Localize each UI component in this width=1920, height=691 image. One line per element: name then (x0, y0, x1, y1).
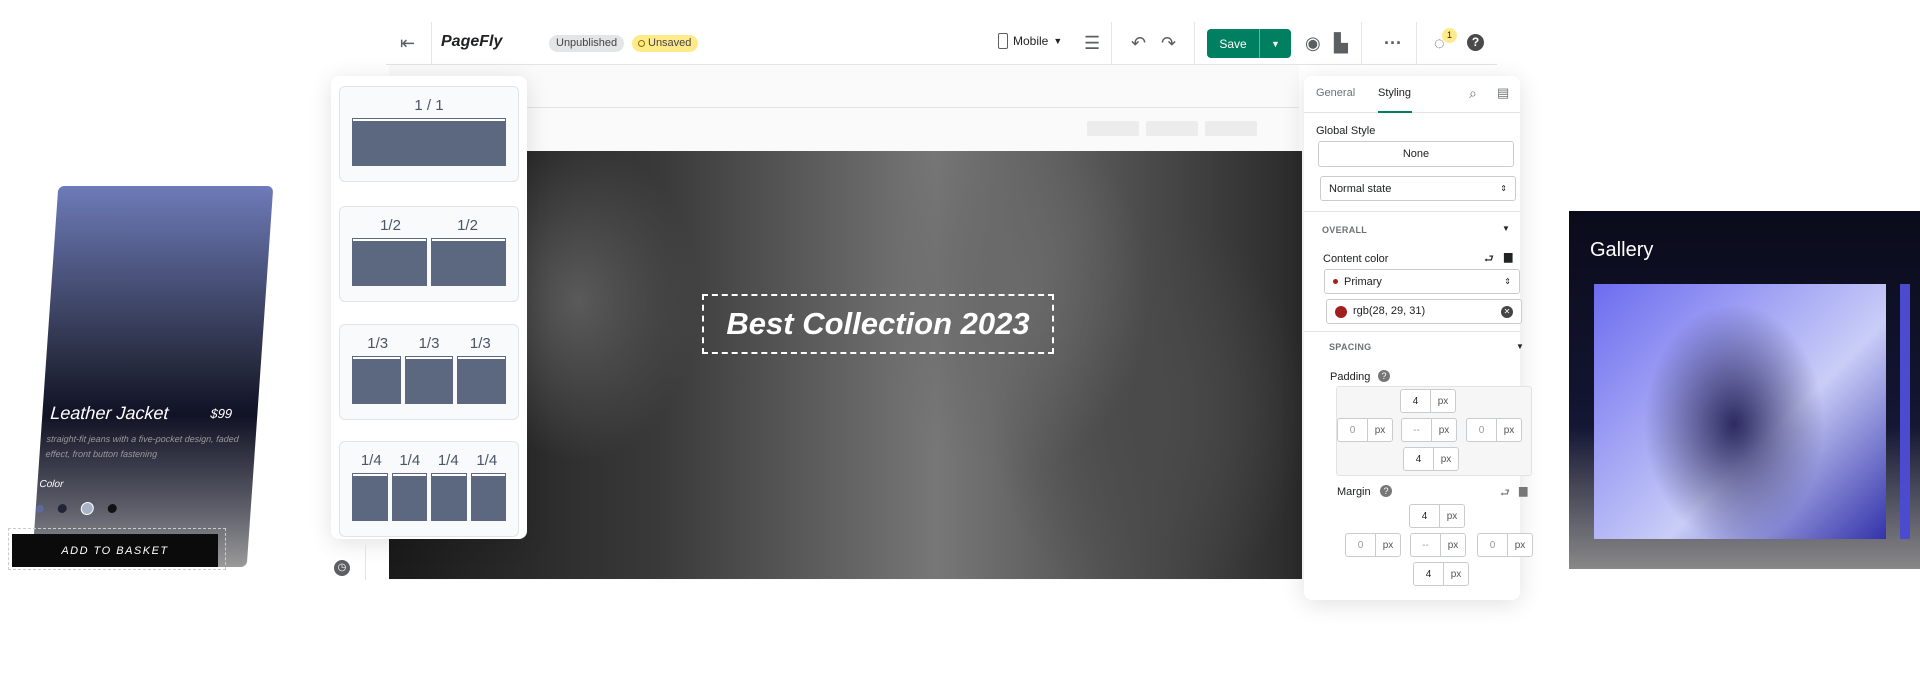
layout-option-2-col[interactable]: 1/2 1/2 (339, 206, 519, 302)
global-style-button[interactable]: None (1318, 141, 1514, 167)
margin-all-input[interactable]: -- px (1410, 533, 1466, 557)
more-options-icon[interactable]: ··· (1384, 32, 1402, 54)
caret-down-icon[interactable]: ▼ (1502, 224, 1510, 233)
document-icon[interactable]: ▤ (1497, 85, 1509, 101)
desktop-icon[interactable]: ▆ (1519, 484, 1527, 497)
product-price: $99 (209, 406, 233, 421)
placeholder-block (1146, 121, 1198, 136)
history-clock-icon[interactable]: ◷ (334, 560, 350, 576)
product-name: Leather Jacket (49, 403, 170, 423)
help-icon[interactable]: ? (1467, 34, 1484, 51)
placeholder-block (1205, 121, 1257, 136)
hero-title[interactable]: Best Collection 2023 (702, 294, 1054, 354)
color-swatch (1335, 305, 1347, 318)
color-token-select[interactable]: Primary ⇕ (1324, 269, 1520, 294)
layout-option-3-col[interactable]: 1/3 1/3 1/3 (339, 324, 519, 420)
mobile-icon (998, 33, 1008, 49)
save-options-dropdown[interactable]: ▼ (1260, 29, 1291, 58)
padding-bottom-input[interactable]: 4 px (1403, 447, 1459, 471)
preview-eye-icon[interactable]: ◉ (1305, 32, 1321, 54)
color-value-input[interactable]: rgb(28, 29, 31) ✕ (1326, 299, 1522, 324)
section-overall[interactable]: OVERALL (1322, 225, 1367, 235)
global-style-label: Global Style (1316, 125, 1376, 137)
top-toolbar: ⇤ PageFly Unpublished Unsaved Mobile ▼ ☰ … (386, 22, 1497, 65)
layout-option-1-col[interactable]: 1 / 1 (339, 86, 519, 182)
product-card: Leather Jacket $99 straight-fit jeans wi… (31, 186, 274, 567)
placeholder-block (1087, 121, 1139, 136)
layout-option-4-col[interactable]: 1/4 1/4 1/4 1/4 (339, 441, 519, 537)
desktop-icon[interactable]: ▆ (1504, 250, 1512, 263)
margin-top-input[interactable]: 4 px (1409, 504, 1465, 528)
gallery-image[interactable] (1594, 284, 1886, 539)
gallery-card: Gallery (1569, 211, 1920, 569)
settings-sliders-icon[interactable]: ☰ (1084, 32, 1100, 54)
notification-badge: 1 (1442, 28, 1457, 43)
tab-styling[interactable]: Styling (1378, 87, 1411, 99)
redo-icon[interactable]: ↷ (1161, 32, 1176, 54)
padding-left-input[interactable]: 0 px (1337, 418, 1393, 442)
save-button-group: Save ▼ (1207, 29, 1291, 58)
color-label: Color (39, 479, 64, 490)
content-color-label: Content color (1323, 253, 1389, 265)
layout-picker-panel: 1 / 1 1/2 1/2 1/3 1/3 1/3 1/4 1/4 1/4 1/4 (331, 76, 527, 539)
clear-icon: ✕ (1501, 305, 1513, 318)
margin-left-input[interactable]: 0 px (1345, 533, 1401, 557)
caret-down-icon[interactable]: ▼ (1516, 342, 1524, 351)
published-status-badge: Unpublished (549, 35, 625, 52)
add-to-basket-button[interactable]: ADD TO BASKET (12, 534, 218, 567)
padding-label: Padding (1330, 371, 1371, 383)
reset-icon[interactable]: ⮐ (1500, 484, 1510, 503)
saved-status-badge: Unsaved (632, 35, 699, 52)
exit-icon[interactable]: ⇤ (400, 32, 415, 54)
publish-icon[interactable]: ▙ (1334, 32, 1348, 54)
padding-all-input[interactable]: -- px (1401, 418, 1457, 442)
color-swatch[interactable] (107, 504, 118, 513)
help-icon[interactable]: ? (1378, 370, 1390, 382)
help-icon[interactable]: ? (1380, 485, 1392, 497)
margin-bottom-input[interactable]: 4 px (1413, 562, 1469, 586)
save-button[interactable]: Save (1207, 29, 1260, 58)
margin-label: Margin (1337, 486, 1371, 498)
margin-right-input[interactable]: 0 px (1477, 533, 1533, 557)
color-swatch[interactable] (35, 504, 45, 513)
product-description: straight-fit jeans with a five-pocket de… (45, 434, 240, 459)
padding-top-input[interactable]: 4 px (1400, 389, 1456, 413)
brand-logo: PageFly (441, 33, 503, 50)
padding-right-input[interactable]: 0 px (1466, 418, 1522, 442)
color-swatch[interactable] (57, 504, 68, 513)
tab-general[interactable]: General (1316, 87, 1355, 99)
color-swatch-selected[interactable] (80, 502, 95, 515)
state-select[interactable]: Normal state ⇕ (1320, 176, 1516, 201)
undo-icon[interactable]: ↶ (1131, 32, 1146, 54)
caret-down-icon: ▼ (1053, 36, 1063, 46)
device-selector[interactable]: Mobile ▼ (998, 33, 1062, 49)
gallery-title: Gallery (1590, 239, 1654, 261)
styling-panel: General Styling ⌕ ▤ Global Style None No… (1304, 76, 1533, 600)
section-spacing[interactable]: SPACING (1329, 342, 1371, 352)
reset-icon[interactable]: ⮐ (1484, 250, 1494, 269)
search-icon[interactable]: ⌕ (1469, 85, 1477, 102)
